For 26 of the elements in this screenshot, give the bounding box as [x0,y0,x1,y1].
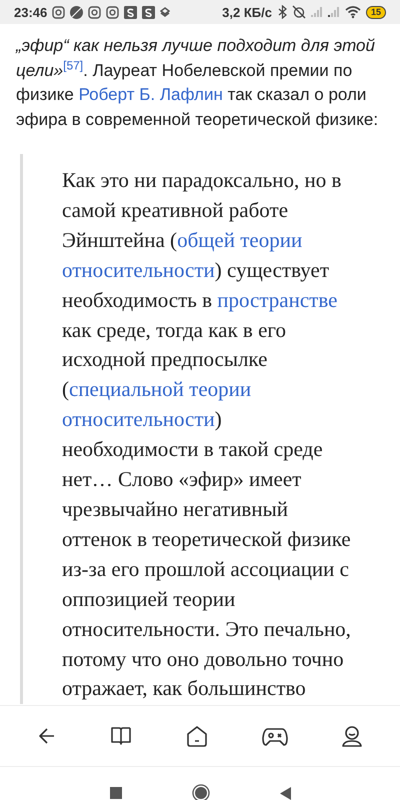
s-app-icon [142,6,156,18]
link[interactable]: относительности [62,407,215,432]
signal-roaming-icon [328,6,340,18]
reference-link[interactable]: [57] [63,58,84,72]
camera-app-icon [88,6,102,18]
alarm-off-icon [292,5,306,19]
link[interactable]: Роберт Б. Лафлин [78,85,223,104]
clock: 23:46 [14,4,48,20]
back-button[interactable] [280,786,290,800]
link[interactable]: специальной теории [69,377,252,402]
article-paragraph: „эфир“ как нельзя лучше подходит для этой цели»$^{[57]}$. Лауреат Нобелевской премии по физике Роберт Б. Лафлин так сказал о роли эфира в современной теоретической физике: [16,35,380,130]
quote-text: Как это ни парадоксально, но в самой креативной работе Эйнштейна (общей теории относительности) существует необходимость в пространстве как среде, тогда как в его исходной предпосылке (специальной теории относительности) необходимости в такой среде нет… Слово «эфир» имеет чрезвычайно негативный оттенок в теоретической физике из-за его прошлой ассоциации с оппозицией теории относительности. Это печально, потому что оно довольно точно отражает, как большинство [62,168,351,700]
link[interactable]: общей теории [177,228,302,252]
link[interactable]: относительности [62,258,215,282]
camera-app-icon [52,6,66,18]
recents-button[interactable] [110,787,122,799]
camera-app-icon [106,6,120,18]
layers-icon [160,7,170,17]
bluetooth-icon [276,5,287,19]
s-app-icon [124,6,138,18]
network-speed: 3,2 КБ/с [222,4,272,20]
home-button[interactable] [192,784,210,800]
wifi-icon [344,5,361,19]
link[interactable]: пространстве [217,288,338,312]
signal-icon [310,6,323,18]
battery-indicator: 15 [366,6,386,18]
